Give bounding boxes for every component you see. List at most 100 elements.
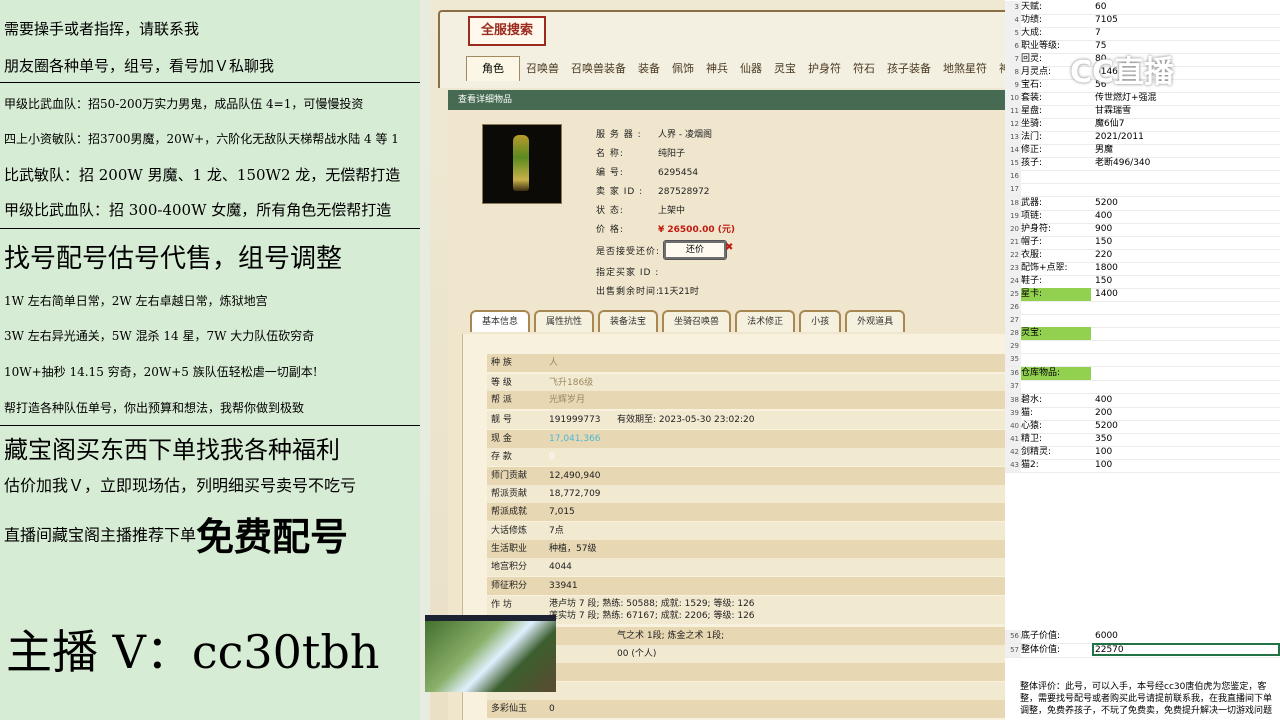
sheet-row: 28 灵宝: bbox=[1005, 327, 1280, 341]
promo-highlight: 免费配号 bbox=[196, 514, 349, 554]
tab-role[interactable]: 角色 bbox=[466, 56, 520, 81]
promo-line: 1W 左右简单日常，2W 左右卓越日常，炼狱地宫 bbox=[4, 294, 268, 308]
table-row: 作 坊港卢坊 7 段; 熟练: 50588; 成就: 1529; 等级: 126… bbox=[487, 596, 1006, 624]
sheet-row: 18 武器: 5200 bbox=[1005, 197, 1280, 211]
search-title: 全服搜索 bbox=[468, 16, 546, 46]
tab-equip[interactable]: 装备 bbox=[632, 56, 666, 82]
video-titlebar bbox=[425, 615, 556, 621]
divider bbox=[0, 425, 420, 426]
table-row: 气之术 1段; 炼金之术 1段; bbox=[487, 627, 1006, 645]
sheet-row: 41 精卫: 350 bbox=[1005, 433, 1280, 447]
tab-child[interactable]: 小孩 bbox=[799, 310, 842, 332]
divider bbox=[0, 82, 420, 83]
table-row: 帮派成就 7,015 bbox=[487, 503, 1006, 521]
promo-heading: 藏宝阁买东西下单找我各种福利 bbox=[4, 436, 340, 464]
sheet-row: 43 猫2: 100 bbox=[1005, 459, 1280, 473]
table-row: 00 (个人) bbox=[487, 645, 1006, 663]
info-status: 状 态: 上架中 bbox=[596, 206, 686, 216]
tab-pet[interactable]: 召唤兽 bbox=[520, 56, 565, 82]
evaluation-text: 整体评价：此号，可以入手，本号经cc30唐伯虎为您鉴定，客 整，需要找号配号或者… bbox=[1020, 682, 1273, 716]
table-row: 地宫积分 4044 bbox=[487, 558, 1006, 576]
table-row: 种 族人 bbox=[487, 354, 1006, 372]
table-row: 多彩仙玉 0 bbox=[487, 700, 1006, 718]
tab-equipment[interactable]: 装备法宝 bbox=[598, 310, 659, 332]
category-tabs: 角色 召唤兽 召唤兽装备 装备 佩饰 神兵 仙器 灵宝 护身符 符石 孩子装备 … bbox=[466, 56, 1016, 82]
tab-weapon[interactable]: 神兵 bbox=[700, 56, 734, 82]
promo-line: 朋友圈各种单号，组号，看号加Ｖ私聊我 bbox=[4, 57, 275, 75]
sheet-row: 17 bbox=[1005, 183, 1280, 197]
character-avatar bbox=[482, 124, 562, 204]
sheet-row: 56 底子价值: 6000 bbox=[1005, 630, 1280, 644]
sheet-row: 16 bbox=[1005, 170, 1280, 184]
info-server: 服 务 器 : 人界 - 凌烟阁 bbox=[596, 130, 712, 140]
tab-rune[interactable]: 符石 bbox=[847, 56, 881, 82]
streamer-contact: 主播 V：cc30tbh bbox=[6, 625, 380, 679]
table-row: 现 金 17,041,366 bbox=[487, 430, 1006, 448]
table-row: 靓 号 191999773 有效期至: 2023-05-30 23:02:20 bbox=[487, 411, 1006, 429]
info-price: 价 格: ¥ 26500.00 (元) bbox=[596, 225, 736, 235]
sheet-row: 21 帽子: 150 bbox=[1005, 236, 1280, 250]
spreadsheet: 3 天赋: 60 4 功绩: 7105 5 大成: 7 6 职业等级: 75 7 回灵: 80 8月… bbox=[1005, 0, 1280, 720]
tab-child-equip[interactable]: 孩子装备 bbox=[881, 56, 937, 82]
tab-amulet[interactable]: 护身符 bbox=[802, 56, 847, 82]
promo-panel: 需要操手或者指挥，请联系我 朋友圈各种单号，组号，看号加Ｖ私聊我 甲级比武血队：… bbox=[0, 0, 420, 720]
game-preview-video bbox=[425, 615, 556, 692]
tab-artifact[interactable]: 仙器 bbox=[734, 56, 768, 82]
info-remaining: 出售剩余时间:11天21时 bbox=[596, 287, 699, 297]
promo-line: 甲级比武血队：招 300-400W 女魔，所有角色无偿帮打造 bbox=[4, 201, 392, 219]
table-row: 帮派贡献 18,772,709 bbox=[487, 485, 1006, 503]
promo-text: 直播间藏宝阁主播推荐下单 bbox=[4, 525, 197, 545]
sheet-row: 27 bbox=[1005, 314, 1280, 328]
promo-line: 3W 左右异光通关，5W 混杀 14 星，7W 大力队伍砍穷奇 bbox=[4, 329, 315, 343]
sheet-row: 19 项链: 400 bbox=[1005, 210, 1280, 224]
sheet-row: 36 仓库物品: bbox=[1005, 367, 1280, 381]
tab-mount-pet[interactable]: 坐骑召唤兽 bbox=[662, 310, 732, 332]
sheet-row: 23 配饰+点翠: 1800 bbox=[1005, 262, 1280, 276]
promo-line: 比武敏队：招 200W 男魔、1 龙、150W2 龙，无偿帮打造 bbox=[4, 166, 401, 184]
promo-line: 四上小资敏队：招3700男魔，20W+，六阶化无敌队天梯帮战水陆 4 等 1 bbox=[4, 132, 399, 146]
promo-line: 直播间藏宝阁主播推荐下单免费配号 bbox=[4, 506, 418, 554]
close-icon[interactable]: ✖ bbox=[725, 242, 733, 253]
cc-live-logo: CC直播 bbox=[1070, 55, 1175, 90]
table-row bbox=[487, 663, 1006, 681]
table-row bbox=[487, 682, 1006, 700]
promo-line: 10W+抽秒 14.15 穷奇，20W+5 族队伍轻松虐一切副本! bbox=[4, 365, 318, 379]
sheet-row: 10 套装: 传世燃灯+强混 bbox=[1005, 92, 1280, 106]
table-row: 生活职业 种植，57级 bbox=[487, 540, 1006, 558]
tab-star-rune[interactable]: 地煞星符 bbox=[937, 56, 993, 82]
info-name: 名 称: 纯阳子 bbox=[596, 149, 686, 159]
sheet-row: 22 衣服: 220 bbox=[1005, 249, 1280, 263]
selected-cell[interactable] bbox=[1092, 643, 1280, 656]
info-haggle: 是否接受还价: bbox=[596, 247, 661, 257]
sheet-row: 38 碧水: 400 bbox=[1005, 394, 1280, 408]
detail-bar: 查看详细物品 bbox=[448, 90, 1005, 110]
price-value: ¥ 26500.00 (元) bbox=[658, 225, 736, 235]
table-row: 等 级飞升186级 bbox=[487, 374, 1006, 392]
sheet-row: 42 剑精灵: 100 bbox=[1005, 446, 1280, 460]
tab-accessory[interactable]: 佩饰 bbox=[666, 56, 700, 82]
tab-appearance[interactable]: 外观道具 bbox=[845, 310, 906, 332]
promo-line: 帮打造各种队伍单号，你出预算和想法，我帮你做到极致 bbox=[4, 401, 305, 415]
tab-spell[interactable]: 法术修正 bbox=[735, 310, 796, 332]
sheet-row: 20 护身符: 900 bbox=[1005, 223, 1280, 237]
table-row: 帮 派光辉岁月 bbox=[487, 391, 1006, 409]
sheet-row: 29 bbox=[1005, 340, 1280, 354]
sheet-row: 35 bbox=[1005, 353, 1280, 367]
tab-attributes[interactable]: 属性抗性 bbox=[534, 310, 595, 332]
sheet-row: 37 bbox=[1005, 380, 1280, 394]
info-seller: 卖 家 ID :287528972 bbox=[596, 187, 710, 197]
info-buyer: 指定买家 ID : bbox=[596, 268, 660, 278]
haggle-button[interactable]: 还价 bbox=[663, 240, 727, 260]
tab-treasure[interactable]: 灵宝 bbox=[768, 56, 802, 82]
sheet-row: 14 修正: 男魔 bbox=[1005, 144, 1280, 158]
sheet-row: 15 孩子: 老断496/340 bbox=[1005, 157, 1280, 171]
tab-basic-info[interactable]: 基本信息 bbox=[470, 310, 531, 332]
sheet-row: 11 星盘: 甘霖瑞雪 bbox=[1005, 105, 1280, 119]
sheet-row: 40 心猿: 5200 bbox=[1005, 420, 1280, 434]
sheet-row: 24 鞋子: 150 bbox=[1005, 275, 1280, 289]
sheet-row: 3 天赋: 60 bbox=[1005, 1, 1280, 15]
promo-line: 估价加我Ｖ，立即现场估，列明细买号卖号不吃亏 bbox=[4, 476, 357, 495]
detail-section-tabs: 基本信息 属性抗性 装备法宝 坐骑召唤兽 法术修正 小孩 外观道具 bbox=[470, 310, 906, 332]
tab-pet-equip[interactable]: 召唤兽装备 bbox=[565, 56, 632, 82]
sheet-row: 12 坐骑: 魔6仙7 bbox=[1005, 118, 1280, 132]
